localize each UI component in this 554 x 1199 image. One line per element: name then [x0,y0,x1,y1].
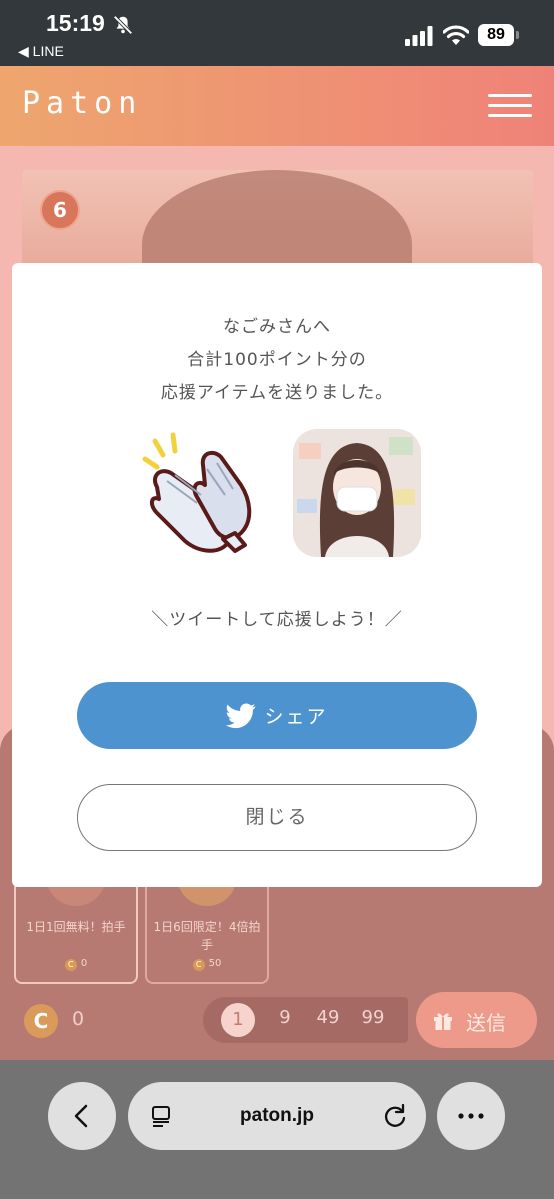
clapping-hands-icon [142,432,252,553]
modal-message: なごみさんへ 合計100ポイント分の 応援アイテムを送りました。 [12,311,542,410]
quantity-option-99[interactable]: 99 [353,1007,393,1028]
twitter-bird-icon [226,703,256,728]
hamburger-menu-icon[interactable] [488,94,532,118]
send-label: 送信 [466,1011,506,1035]
browser-toolbar: paton.jp [0,1060,554,1199]
modal-sent-message: 応援アイテムを送りました。 [160,383,394,403]
support-item-card[interactable]: 1日6回限定！4倍拍手 C 50 [145,876,269,984]
more-dots-icon [458,1113,484,1119]
modal-recipient: なごみさんへ [223,317,331,337]
status-bar: 15:19 ◀ LINE 89 [0,0,554,66]
silent-bell-icon [113,15,133,35]
support-complete-modal: なごみさんへ 合計100ポイント分の 応援アイテムを送りました。 ＼ツイートして… [12,263,542,887]
tweet-prompt: ＼ツイートして応援しよう！／ [151,610,403,630]
quantity-option-9[interactable]: 9 [265,1007,305,1028]
coin-icon: C [24,1004,58,1038]
address-bar[interactable]: paton.jp [128,1082,426,1150]
item-name: 1日6回限定！4倍拍手 [153,920,261,952]
app-header: Paton [0,66,554,146]
reload-icon[interactable] [382,1103,408,1129]
coin-icon: C [192,959,205,971]
share-label: シェア [264,706,328,728]
item-name: 1日1回無料！拍手 [26,920,126,934]
coin-balance: 0 [72,1008,85,1030]
gift-icon [434,1013,452,1030]
status-time: 15:19 [46,10,105,36]
cellular-signal-icon [405,26,433,46]
wifi-icon [443,25,469,45]
share-on-twitter-button[interactable]: シェア [77,682,477,749]
item-price: C0 [16,958,136,971]
close-button[interactable]: 閉じる [77,784,477,851]
quantity-option-49[interactable]: 49 [308,1007,348,1028]
quantity-option-1[interactable]: 1 [221,1003,255,1037]
coin-icon: C [64,959,77,971]
rank-badge: 6 [40,190,80,230]
browser-back-button[interactable] [48,1082,116,1150]
chevron-left-icon [74,1104,88,1128]
battery-tip [516,31,519,39]
support-item-card[interactable]: 1日1回無料！拍手 C0 [14,876,138,984]
quantity-selector: 1 9 49 99 [203,997,408,1043]
talent-avatar [293,429,421,557]
paton-logo[interactable]: Paton [22,86,142,121]
more-options-button[interactable] [437,1082,505,1150]
back-to-line-link[interactable]: ◀ LINE [18,43,64,60]
battery-indicator: 89 [478,24,514,46]
item-price: C 50 [147,958,267,971]
modal-points: 合計100ポイント分の [187,350,367,370]
send-button[interactable]: 送信 [416,992,537,1048]
